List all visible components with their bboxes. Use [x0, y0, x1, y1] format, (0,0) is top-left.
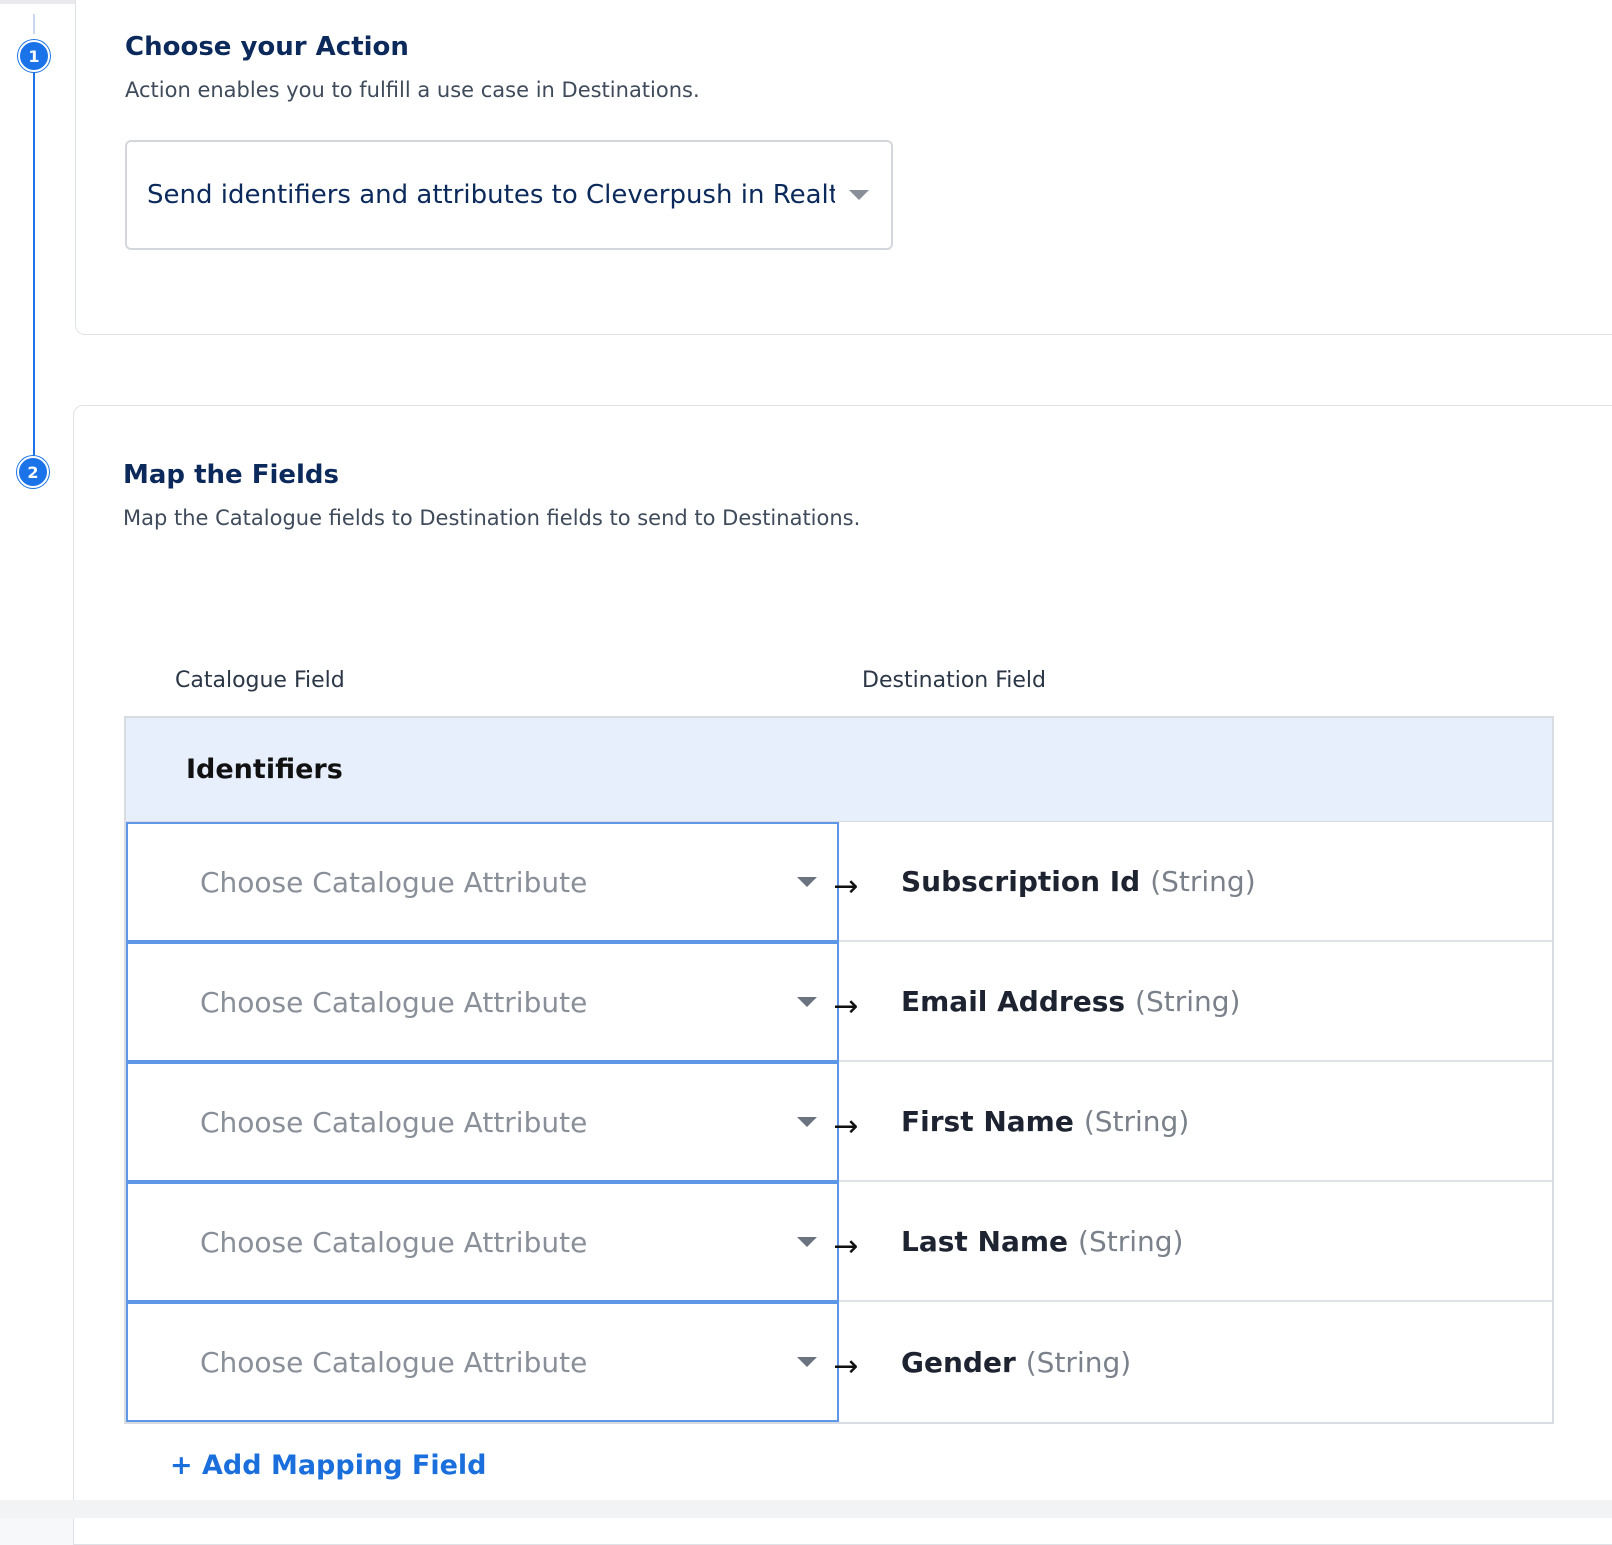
destination-field-type: (String): [1083, 1104, 1190, 1138]
stepper-line: [33, 44, 35, 462]
arrow-right-icon: →: [833, 1349, 859, 1384]
chevron-down-icon: [797, 997, 817, 1007]
mapping-title: Map the Fields: [123, 460, 340, 490]
destination-field: First Name (String): [839, 1062, 1552, 1180]
mapping-row: Choose Catalogue Attribute → First Name …: [126, 1062, 1552, 1182]
mapping-table: Identifiers Choose Catalogue Attribute →…: [124, 716, 1554, 1424]
dropdown-placeholder: Choose Catalogue Attribute: [200, 865, 588, 899]
identifiers-group-header: Identifiers: [126, 718, 1552, 822]
step-1-indicator: 1: [18, 40, 50, 72]
destination-field: Email Address (String): [839, 942, 1552, 1060]
dropdown-placeholder: Choose Catalogue Attribute: [200, 1225, 588, 1259]
chevron-down-icon: [797, 1237, 817, 1247]
action-title: Choose your Action: [125, 32, 409, 62]
destination-field-type: (String): [1135, 984, 1241, 1018]
arrow-right-icon: →: [833, 989, 859, 1024]
dropdown-placeholder: Choose Catalogue Attribute: [200, 1105, 588, 1139]
catalogue-attribute-dropdown[interactable]: Choose Catalogue Attribute: [126, 1182, 839, 1302]
destination-field-name: First Name: [901, 1104, 1074, 1138]
arrow-right-icon: →: [833, 869, 859, 904]
dropdown-placeholder: Choose Catalogue Attribute: [200, 985, 588, 1019]
destination-field-name: Subscription Id: [901, 864, 1141, 898]
action-subtitle: Action enables you to fulfill a use case…: [125, 78, 700, 102]
catalogue-attribute-dropdown[interactable]: Choose Catalogue Attribute: [126, 1302, 839, 1422]
catalogue-attribute-dropdown[interactable]: Choose Catalogue Attribute: [126, 822, 839, 942]
arrow-right-icon: →: [833, 1229, 859, 1264]
destination-field-type: (String): [1150, 864, 1256, 898]
destination-field: Last Name (String): [839, 1182, 1552, 1300]
step-2-indicator: 2: [17, 456, 49, 488]
mapping-row: Choose Catalogue Attribute → Email Addre…: [126, 942, 1552, 1062]
destination-field-name: Email Address: [901, 984, 1126, 1018]
action-dropdown-value: Send identifiers and attributes to Cleve…: [147, 180, 835, 210]
mapping-row: Choose Catalogue Attribute → Last Name (…: [126, 1182, 1552, 1302]
chevron-down-icon: [849, 190, 869, 200]
destination-field: Subscription Id (String): [839, 822, 1552, 940]
add-mapping-field-button[interactable]: + Add Mapping Field: [170, 1450, 487, 1481]
destination-field-type: (String): [1025, 1345, 1132, 1379]
catalogue-field-header: Catalogue Field: [175, 668, 345, 693]
action-dropdown[interactable]: Send identifiers and attributes to Cleve…: [125, 140, 893, 250]
arrow-right-icon: →: [833, 1109, 859, 1144]
mapping-row: Choose Catalogue Attribute → Gender (Str…: [126, 1302, 1552, 1422]
catalogue-attribute-dropdown[interactable]: Choose Catalogue Attribute: [126, 942, 839, 1062]
stepper-line-top: [33, 14, 35, 34]
catalogue-attribute-dropdown[interactable]: Choose Catalogue Attribute: [126, 1062, 839, 1182]
mapping-row: Choose Catalogue Attribute → Subscriptio…: [126, 822, 1552, 942]
destination-field-type: (String): [1078, 1224, 1184, 1258]
destination-field-name: Gender: [901, 1345, 1016, 1379]
group-label: Identifiers: [186, 754, 343, 785]
chevron-down-icon: [797, 877, 817, 887]
mapping-subtitle: Map the Catalogue fields to Destination …: [123, 506, 861, 530]
destination-field-header: Destination Field: [862, 668, 1047, 693]
chevron-down-icon: [797, 1357, 817, 1367]
destination-field-name: Last Name: [901, 1224, 1069, 1258]
chevron-down-icon: [797, 1117, 817, 1127]
bottom-edge: [0, 1500, 1612, 1518]
page: 1 2 Choose your Action Action enables yo…: [0, 0, 1612, 1545]
dropdown-placeholder: Choose Catalogue Attribute: [200, 1345, 588, 1379]
destination-field: Gender (String): [839, 1302, 1552, 1422]
